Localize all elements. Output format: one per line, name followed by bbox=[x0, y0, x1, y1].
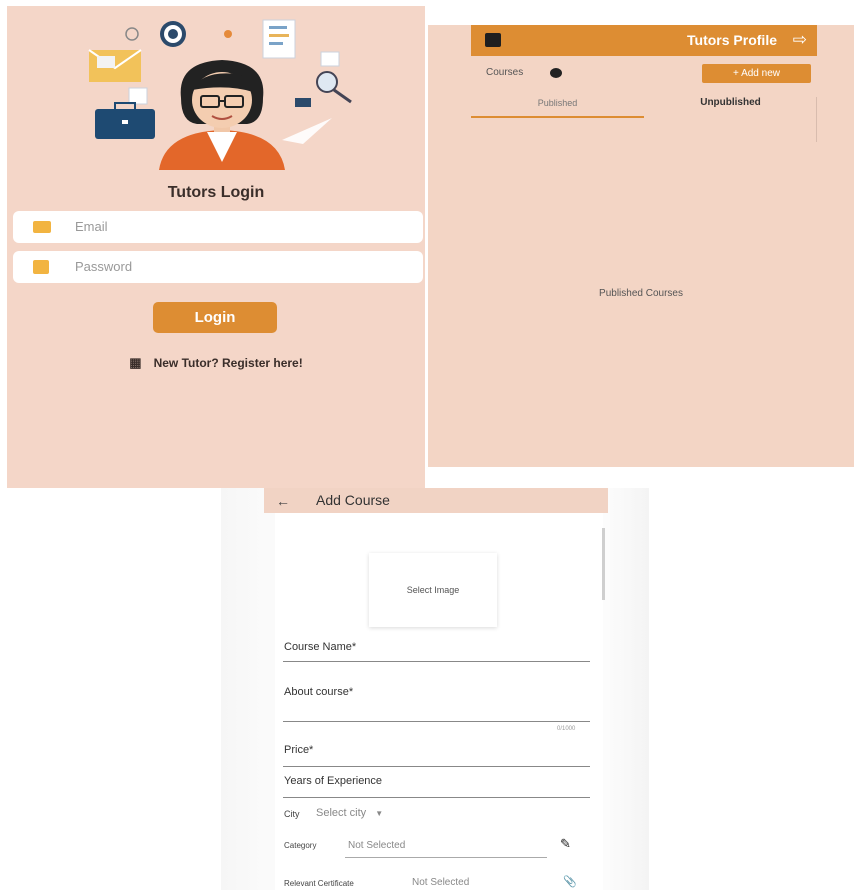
category-value: Not Selected bbox=[348, 840, 406, 851]
certificate-value: Not Selected bbox=[412, 877, 470, 888]
price-label: Price* bbox=[284, 744, 314, 756]
course-name-input[interactable] bbox=[283, 661, 590, 662]
profile-screen: Tutors Profile ⇨ Courses + Add new Publi… bbox=[428, 25, 854, 467]
email-placeholder: Email bbox=[75, 219, 108, 234]
city-select-value: Select city bbox=[316, 807, 367, 819]
category-underline bbox=[345, 857, 547, 858]
courses-count-badge bbox=[550, 68, 562, 78]
tab-unpublished[interactable]: Unpublished bbox=[644, 92, 817, 118]
register-link-label: New Tutor? Register here! bbox=[153, 356, 303, 370]
page-title: Tutors Login bbox=[167, 184, 265, 201]
header-title: Add Course bbox=[316, 492, 390, 508]
header-title: Tutors Profile bbox=[687, 32, 777, 48]
edit-icon[interactable]: ✎ bbox=[560, 836, 571, 852]
about-course-label: About course* bbox=[284, 686, 354, 698]
price-input[interactable] bbox=[283, 766, 590, 767]
login-screen: Tutors Login Email Password Login ▦ New T… bbox=[7, 6, 425, 488]
empty-state-text: Published Courses bbox=[599, 288, 683, 299]
email-icon bbox=[33, 221, 51, 233]
add-new-button[interactable]: + Add new bbox=[702, 64, 811, 83]
back-arrow-icon[interactable]: ← bbox=[276, 493, 290, 509]
lock-icon bbox=[33, 260, 49, 274]
scrollbar[interactable] bbox=[602, 528, 605, 600]
char-counter: 0/1000 bbox=[557, 726, 576, 732]
experience-input[interactable] bbox=[283, 797, 590, 798]
select-image-button[interactable]: Select Image bbox=[369, 553, 497, 627]
about-course-input[interactable] bbox=[283, 721, 590, 722]
password-field[interactable]: Password bbox=[13, 251, 423, 283]
tutor-illustration bbox=[88, 19, 352, 170]
app-header: ← Add Course bbox=[264, 488, 608, 513]
city-label: City bbox=[284, 809, 300, 819]
attach-icon[interactable]: 📎 bbox=[563, 875, 577, 888]
login-button[interactable]: Login bbox=[153, 302, 277, 333]
course-name-label: Course Name* bbox=[284, 641, 357, 653]
user-icon[interactable] bbox=[485, 33, 501, 47]
chevron-down-icon: ▼ bbox=[375, 809, 384, 818]
register-icon: ▦ bbox=[129, 355, 142, 370]
category-label: Category bbox=[284, 841, 317, 850]
certificate-label: Relevant Certificate bbox=[284, 879, 354, 888]
register-link[interactable]: ▦ New Tutor? Register here! bbox=[7, 355, 425, 371]
city-select[interactable]: Select city ▼ bbox=[316, 807, 383, 819]
logout-icon[interactable]: ⇨ bbox=[793, 30, 807, 50]
password-placeholder: Password bbox=[75, 259, 133, 274]
select-image-label: Select Image bbox=[406, 585, 460, 595]
experience-label: Years of Experience bbox=[284, 775, 383, 787]
add-course-screen: ← Add Course Select Image Course Name* A… bbox=[221, 488, 649, 890]
courses-label: Courses bbox=[486, 67, 524, 78]
email-field[interactable]: Email bbox=[13, 211, 423, 243]
divider bbox=[816, 97, 817, 142]
tab-published[interactable]: Published bbox=[471, 92, 644, 118]
app-header: Tutors Profile ⇨ bbox=[471, 25, 817, 56]
